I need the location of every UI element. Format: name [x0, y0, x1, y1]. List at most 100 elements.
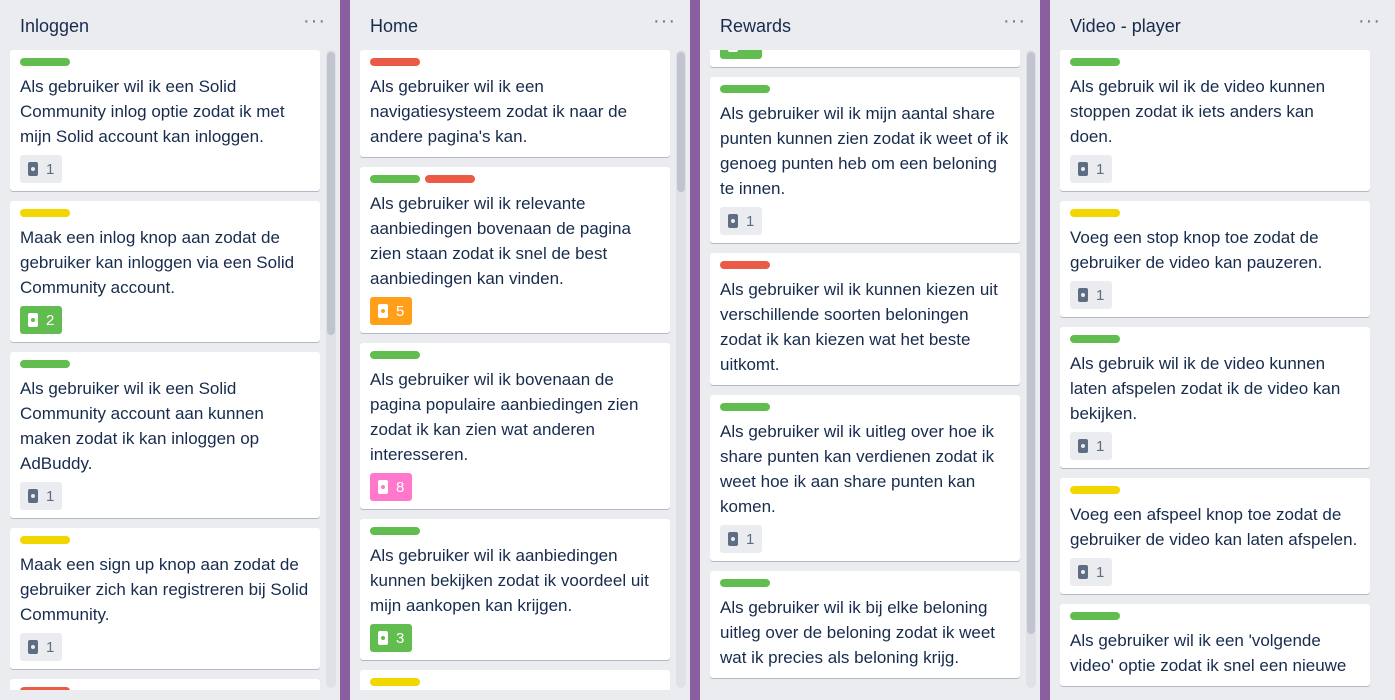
card-labels	[370, 351, 660, 361]
card-list: Als gebruiker wil ik een Solid Community…	[10, 50, 320, 690]
card[interactable]: Maak een sign up knop aan zodat de gebru…	[10, 528, 320, 669]
label-red[interactable]	[425, 175, 475, 183]
list-header: Video - player ···	[1050, 0, 1395, 50]
list-scrollbar[interactable]	[676, 50, 686, 688]
card-title: Als gebruiker wil ik bovenaan de pagina …	[370, 370, 639, 464]
card[interactable]: Voeg een stop knop toe zodat de gebruike…	[1060, 201, 1370, 317]
label-green[interactable]	[370, 175, 420, 183]
card-title: Als gebruiker wil ik uitleg over hoe ik …	[720, 422, 995, 516]
card-badge-icon	[28, 640, 38, 654]
list-header: Rewards ···	[700, 0, 1040, 50]
card-labels	[370, 58, 660, 68]
label-green[interactable]	[720, 85, 770, 93]
card-badge-icon	[1078, 288, 1088, 302]
card-title: Als gebruiker wil ik een Solid Community…	[20, 77, 285, 146]
card-badge: 2	[20, 306, 63, 334]
list-title[interactable]: Rewards	[720, 16, 791, 37]
card[interactable]: andere pagina's kan.3	[710, 50, 1020, 67]
card-badge: 1	[1070, 432, 1113, 460]
list-inloggen: Inloggen ··· Als gebruiker wil ik een Soli…	[0, 0, 340, 700]
card[interactable]: Als gebruiker wil ik mijn aantal share p…	[710, 77, 1020, 243]
card-badge-count: 1	[1096, 437, 1105, 455]
card[interactable]: Als gebruiker wil ik een navigatiesystee…	[360, 50, 670, 157]
card-labels	[1070, 486, 1360, 496]
card-title: Voeg een stop knop toe zodat de gebruike…	[1070, 228, 1323, 272]
card-labels	[20, 209, 310, 219]
label-yellow[interactable]	[20, 536, 70, 544]
card-title: Als gebruik wil ik de video kunnen stopp…	[1070, 77, 1326, 146]
list-menu-icon[interactable]: ···	[1358, 10, 1381, 33]
label-yellow[interactable]	[370, 678, 420, 686]
label-green[interactable]	[370, 527, 420, 535]
card-labels	[20, 360, 310, 370]
label-red[interactable]	[720, 261, 770, 269]
card[interactable]: Als gebruiker wil ik relevante aanbiedin…	[360, 167, 670, 333]
card-badge-count: 1	[46, 160, 55, 178]
list-scrollbar[interactable]	[1026, 50, 1036, 688]
card[interactable]	[10, 679, 320, 690]
card-title: Als gebruiker wil ik een Solid Community…	[20, 379, 264, 473]
label-green[interactable]	[720, 403, 770, 411]
card-badge-count: 3	[396, 629, 405, 647]
card-labels	[1070, 335, 1360, 345]
list-menu-icon[interactable]: ···	[653, 10, 676, 33]
label-yellow[interactable]	[20, 209, 70, 217]
card[interactable]: Als gebruiker wil ik aanbiedingen kunnen…	[360, 519, 670, 660]
label-green[interactable]	[1070, 58, 1120, 66]
cards-viewport: andere pagina's kan.3 Als gebruiker wil i…	[700, 50, 1040, 690]
list-menu-icon[interactable]: ···	[1003, 10, 1026, 33]
card[interactable]: Maak een inlog knop aan zodat de gebruik…	[10, 201, 320, 342]
card[interactable]: Als gebruiker wil ik bovenaan de pagina …	[360, 343, 670, 509]
card-badge: 1	[1070, 155, 1113, 183]
card-badge-icon	[378, 631, 388, 645]
list-title[interactable]: Home	[370, 16, 418, 37]
card[interactable]: Als gebruiker wil ik een Solid Community…	[10, 50, 320, 191]
scroll-thumb[interactable]	[677, 52, 685, 192]
card-labels	[20, 687, 310, 690]
list-title[interactable]: Inloggen	[20, 16, 89, 37]
card-badge: 1	[720, 207, 763, 235]
scroll-thumb[interactable]	[327, 52, 335, 335]
card-badge-count: 1	[746, 530, 755, 548]
card-title: Als gebruiker wil ik een navigatiesystee…	[370, 77, 628, 146]
card-labels	[370, 175, 660, 185]
card-badge-icon	[28, 489, 38, 503]
card-labels	[20, 536, 310, 546]
list-scrollbar[interactable]	[326, 50, 336, 688]
card[interactable]: Als gebruiker wil ik bij elke beloning u…	[710, 571, 1020, 678]
card-labels	[720, 403, 1010, 413]
card[interactable]: Voeg een afspeel knop toe zodat de gebru…	[1060, 478, 1370, 594]
label-red[interactable]	[20, 687, 70, 690]
card[interactable]: Als gebruiker wil ik een Solid Community…	[10, 352, 320, 518]
card[interactable]: Als gebruiker wil ik kunnen kiezen uit v…	[710, 253, 1020, 385]
card-badge: 5	[370, 297, 413, 325]
cards-viewport: Als gebruiker wil ik een Solid Community…	[0, 50, 340, 690]
card-badge-count: 5	[396, 302, 405, 320]
list-header: Inloggen ···	[0, 0, 340, 50]
card[interactable]: Als gebruik wil ik de video kunnen laten…	[1060, 327, 1370, 468]
card-badge-icon	[1078, 565, 1088, 579]
cards-viewport: Als gebruiker wil ik een navigatiesystee…	[350, 50, 690, 690]
label-green[interactable]	[1070, 612, 1120, 620]
label-green[interactable]	[1070, 335, 1120, 343]
card-badge: 3	[720, 50, 763, 59]
card[interactable]: Als gebruiker wil ik een 'volgende video…	[1060, 604, 1370, 686]
list-menu-icon[interactable]: ···	[303, 10, 326, 33]
card-badge-count: 3	[746, 50, 754, 54]
label-red[interactable]	[370, 58, 420, 66]
card-badge-count: 2	[46, 311, 55, 329]
card[interactable]	[360, 670, 670, 690]
label-green[interactable]	[20, 58, 70, 66]
card-title: Als gebruiker wil ik een 'volgende video…	[1070, 631, 1347, 675]
list-title[interactable]: Video - player	[1070, 16, 1181, 37]
card[interactable]: Als gebruik wil ik de video kunnen stopp…	[1060, 50, 1370, 191]
scroll-thumb[interactable]	[1027, 52, 1035, 634]
cards-viewport: Als gebruik wil ik de video kunnen stopp…	[1050, 50, 1395, 690]
label-yellow[interactable]	[1070, 209, 1120, 217]
label-yellow[interactable]	[1070, 486, 1120, 494]
list-header: Home ···	[350, 0, 690, 50]
card[interactable]: Als gebruiker wil ik uitleg over hoe ik …	[710, 395, 1020, 561]
label-green[interactable]	[20, 360, 70, 368]
label-green[interactable]	[720, 579, 770, 587]
label-green[interactable]	[370, 351, 420, 359]
